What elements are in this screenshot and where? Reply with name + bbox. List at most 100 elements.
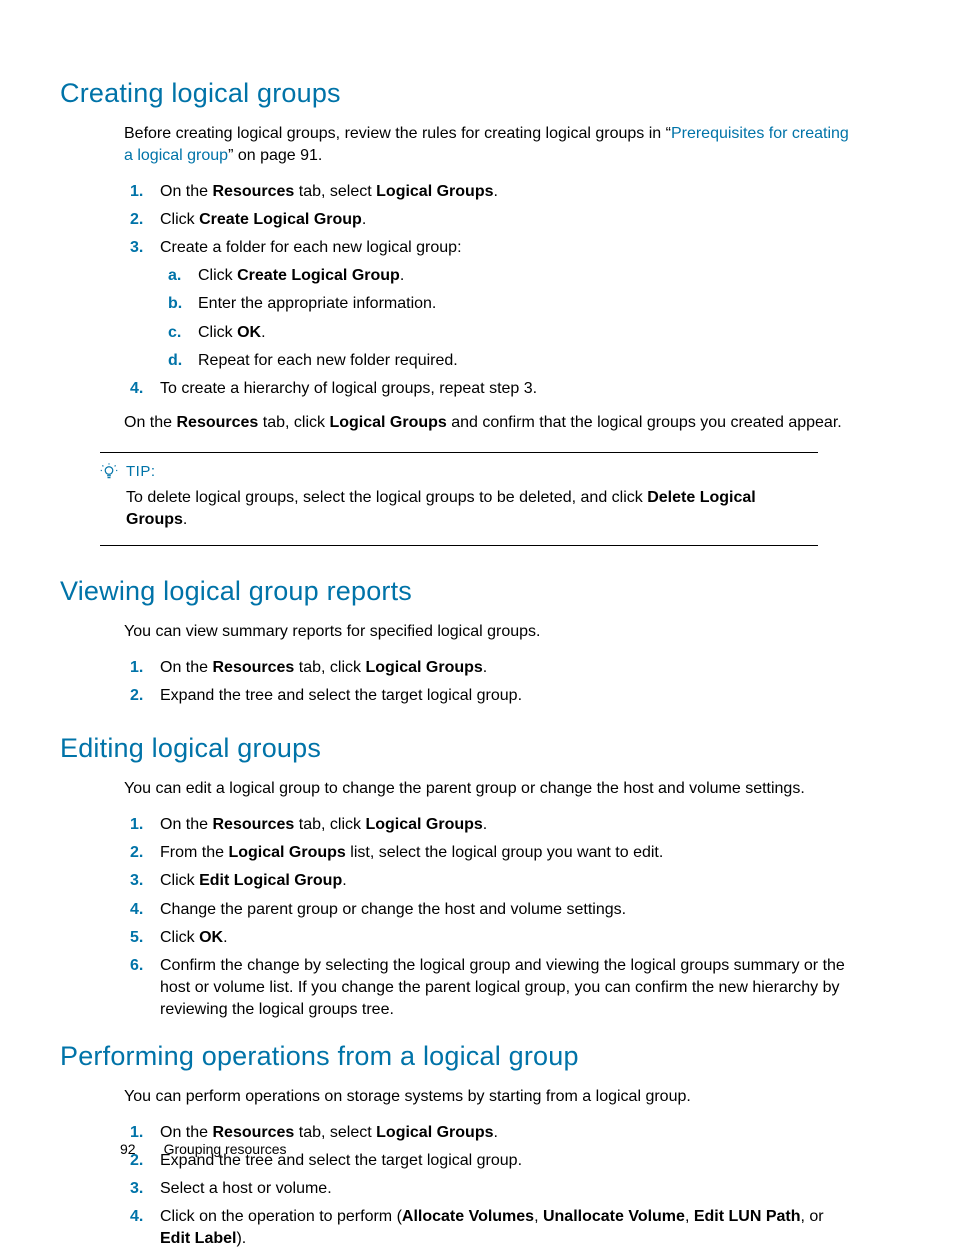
- text: .: [261, 324, 265, 341]
- page: Creating logical groups Before creating …: [0, 0, 954, 1235]
- list-item: Confirm the change by selecting the logi…: [160, 955, 858, 1021]
- heading-viewing-reports: Viewing logical group reports: [60, 576, 858, 607]
- list-item: Click OK.: [198, 322, 858, 344]
- ui-label: Resources: [212, 659, 294, 676]
- ui-label: Unallocate Volume: [543, 1208, 685, 1225]
- section-editing-body: You can edit a logical group to change t…: [124, 778, 858, 1021]
- ui-label: Resources: [212, 183, 294, 200]
- text: On the: [160, 183, 212, 200]
- ordered-list-alpha: Click Create Logical Group. Enter the ap…: [160, 265, 858, 371]
- ui-label: Resources: [176, 414, 258, 431]
- text: Click: [160, 872, 199, 889]
- text: Click: [198, 324, 237, 341]
- ordered-list: On the Resources tab, select Logical Gro…: [124, 181, 858, 400]
- list-item: Click OK.: [160, 927, 858, 949]
- heading-creating-logical-groups: Creating logical groups: [60, 78, 858, 109]
- ui-label: Logical Groups: [376, 1124, 493, 1141]
- ui-label: OK: [237, 324, 261, 341]
- text: .: [483, 659, 487, 676]
- text: ,: [685, 1208, 694, 1225]
- tip-label: TIP:: [126, 463, 156, 480]
- confirm-text: On the Resources tab, click Logical Grou…: [124, 412, 858, 434]
- section-performing-body: You can perform operations on storage sy…: [124, 1086, 858, 1250]
- tip-icon: [100, 463, 118, 481]
- text: tab, click: [294, 816, 365, 833]
- text: tab, select: [294, 1124, 376, 1141]
- ui-label: Create Logical Group: [237, 267, 400, 284]
- text: On the: [160, 1124, 212, 1141]
- text: .: [342, 872, 346, 889]
- ui-label: Create Logical Group: [199, 211, 362, 228]
- ui-label: Edit Logical Group: [199, 872, 342, 889]
- list-item: Change the parent group or change the ho…: [160, 899, 858, 921]
- list-item: Click Create Logical Group.: [198, 265, 858, 287]
- text: .: [362, 211, 366, 228]
- ui-label: Resources: [212, 1124, 294, 1141]
- ui-label: Logical Groups: [228, 844, 345, 861]
- ui-label: Logical Groups: [365, 816, 482, 833]
- intro-text: Before creating logical groups, review t…: [124, 123, 858, 167]
- text: Before creating logical groups, review t…: [124, 125, 671, 142]
- list-item: Click on the operation to perform (Alloc…: [160, 1206, 858, 1250]
- list-item: Click Edit Logical Group.: [160, 870, 858, 892]
- list-item: On the Resources tab, click Logical Grou…: [160, 814, 858, 836]
- text: On the: [160, 659, 212, 676]
- intro-text: You can perform operations on storage sy…: [124, 1086, 858, 1108]
- ui-label: Resources: [212, 816, 294, 833]
- text: ” on page 91.: [228, 147, 322, 164]
- list-item: On the Resources tab, click Logical Grou…: [160, 657, 858, 679]
- text: tab, click: [258, 414, 329, 431]
- list-item: Repeat for each new folder required.: [198, 350, 858, 372]
- ordered-list: On the Resources tab, click Logical Grou…: [124, 657, 858, 707]
- text: , or: [801, 1208, 824, 1225]
- text: Click: [198, 267, 237, 284]
- text: tab, select: [294, 183, 376, 200]
- list-item: Click Create Logical Group.: [160, 209, 858, 231]
- text: From the: [160, 844, 228, 861]
- list-item: On the Resources tab, select Logical Gro…: [160, 181, 858, 203]
- list-item: Enter the appropriate information.: [198, 293, 858, 315]
- page-number: 92: [120, 1141, 136, 1157]
- list-item: To create a hierarchy of logical groups,…: [160, 378, 858, 400]
- ui-label: Logical Groups: [329, 414, 446, 431]
- section-viewing-body: You can view summary reports for specifi…: [124, 621, 858, 707]
- intro-text: You can view summary reports for specifi…: [124, 621, 858, 643]
- list-item: Select a host or volume.: [160, 1178, 858, 1200]
- ui-label: Edit LUN Path: [694, 1208, 801, 1225]
- text: list, select the logical group you want …: [346, 844, 664, 861]
- ui-label: Logical Groups: [376, 183, 493, 200]
- text: ).: [236, 1230, 246, 1247]
- text: .: [400, 267, 404, 284]
- heading-performing-operations: Performing operations from a logical gro…: [60, 1041, 858, 1072]
- ui-label: Logical Groups: [365, 659, 482, 676]
- text: tab, click: [294, 659, 365, 676]
- text: and confirm that the logical groups you …: [447, 414, 842, 431]
- section-creating-body: Before creating logical groups, review t…: [124, 123, 858, 434]
- list-item: Create a folder for each new logical gro…: [160, 237, 858, 371]
- intro-text: You can edit a logical group to change t…: [124, 778, 858, 800]
- text: .: [493, 1124, 497, 1141]
- page-footer: 92 Grouping resources: [120, 1141, 287, 1157]
- ui-label: Allocate Volumes: [402, 1208, 534, 1225]
- footer-chapter: Grouping resources: [164, 1141, 287, 1157]
- text: To delete logical groups, select the log…: [126, 489, 647, 506]
- tip-header: TIP:: [100, 463, 818, 481]
- text: .: [493, 183, 497, 200]
- ordered-list: On the Resources tab, click Logical Grou…: [124, 814, 858, 1021]
- text: Click on the operation to perform (: [160, 1208, 402, 1225]
- tip-body: To delete logical groups, select the log…: [126, 487, 818, 531]
- text: ,: [534, 1208, 543, 1225]
- list-item: Expand the tree and select the target lo…: [160, 685, 858, 707]
- text: On the: [160, 816, 212, 833]
- text: Click: [160, 211, 199, 228]
- ui-label: OK: [199, 929, 223, 946]
- heading-editing-logical-groups: Editing logical groups: [60, 733, 858, 764]
- text: Create a folder for each new logical gro…: [160, 239, 462, 256]
- text: On the: [124, 414, 176, 431]
- tip-block: TIP: To delete logical groups, select th…: [100, 452, 818, 546]
- text: .: [183, 511, 187, 528]
- ui-label: Edit Label: [160, 1230, 236, 1247]
- list-item: From the Logical Groups list, select the…: [160, 842, 858, 864]
- text: Click: [160, 929, 199, 946]
- text: .: [483, 816, 487, 833]
